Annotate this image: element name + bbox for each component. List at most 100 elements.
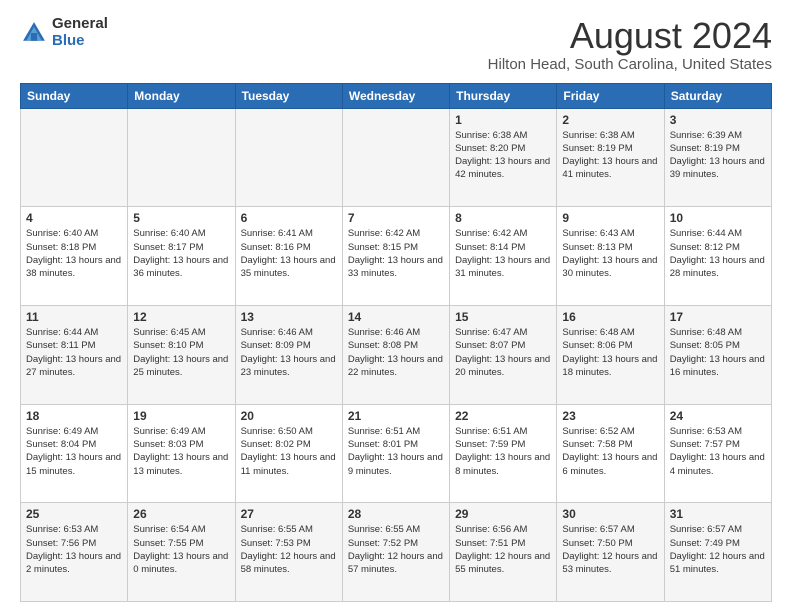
day-info: Sunrise: 6:52 AM Sunset: 7:58 PM Dayligh…: [562, 425, 658, 478]
day-cell: 17Sunrise: 6:48 AM Sunset: 8:05 PM Dayli…: [664, 305, 771, 404]
day-cell: 28 Sunrise: 6:55 AM Sunset: 7:52 PM Dayli…: [342, 503, 449, 602]
col-saturday: Saturday: [664, 83, 771, 108]
day-info: Sunrise: 6:44 AM Sunset: 8:12 PM Dayligh…: [670, 227, 766, 280]
main-title: August 2024: [488, 16, 772, 56]
day-number: 6: [241, 211, 337, 225]
day-number: 24: [670, 409, 766, 423]
week-row-5: 25Sunrise: 6:53 AM Sunset: 7:56 PM Dayli…: [21, 503, 772, 602]
logo-text: General Blue: [52, 16, 108, 49]
col-friday: Friday: [557, 83, 664, 108]
day-cell: 6Sunrise: 6:41 AM Sunset: 8:16 PM Daylig…: [235, 207, 342, 306]
day-info: Sunrise: 6:38 AM Sunset: 8:19 PM Dayligh…: [562, 129, 658, 182]
week-row-4: 18 Sunrise: 6:49 AM Sunset: 8:04 PM Dayli…: [21, 404, 772, 503]
logo-blue-text: Blue: [52, 33, 108, 50]
day-info: Sunrise: 6:39 AM Sunset: 8:19 PM Dayligh…: [670, 129, 766, 182]
day-cell: 23 Sunrise: 6:52 AM Sunset: 7:58 PM Dayli…: [557, 404, 664, 503]
day-info: Sunrise: 6:50 AM Sunset: 8:02 PM Dayligh…: [241, 425, 337, 478]
header: General Blue August 2024 Hilton Head, So…: [20, 16, 772, 73]
day-number: 3: [670, 113, 766, 127]
day-cell: 13Sunrise: 6:46 AM Sunset: 8:09 PM Dayli…: [235, 305, 342, 404]
day-cell: 11 Sunrise: 6:44 AM Sunset: 8:11 PM Dayli…: [21, 305, 128, 404]
day-info: Sunrise: 6:43 AM Sunset: 8:13 PM Dayligh…: [562, 227, 658, 280]
day-number: 20: [241, 409, 337, 423]
day-number: 26: [133, 507, 229, 521]
calendar-table: Sunday Monday Tuesday Wednesday Thursday…: [20, 83, 772, 602]
day-info: Sunrise: 6:45 AM Sunset: 8:10 PM Dayligh…: [133, 326, 229, 379]
day-cell: 5Sunrise: 6:40 AM Sunset: 8:17 PM Daylig…: [128, 207, 235, 306]
day-info: Sunrise: 6:40 AM Sunset: 8:18 PM Dayligh…: [26, 227, 122, 280]
day-number: 31: [670, 507, 766, 521]
day-number: 4: [26, 211, 122, 225]
col-tuesday: Tuesday: [235, 83, 342, 108]
day-info: Sunrise: 6:40 AM Sunset: 8:17 PM Dayligh…: [133, 227, 229, 280]
day-number: 30: [562, 507, 658, 521]
col-sunday: Sunday: [21, 83, 128, 108]
day-number: 21: [348, 409, 444, 423]
col-thursday: Thursday: [450, 83, 557, 108]
day-number: 9: [562, 211, 658, 225]
day-cell: 3 Sunrise: 6:39 AM Sunset: 8:19 PM Daylig…: [664, 108, 771, 207]
day-info: Sunrise: 6:54 AM Sunset: 7:55 PM Dayligh…: [133, 523, 229, 576]
subtitle: Hilton Head, South Carolina, United Stat…: [488, 56, 772, 73]
day-number: 13: [241, 310, 337, 324]
day-cell: 14 Sunrise: 6:46 AM Sunset: 8:08 PM Dayli…: [342, 305, 449, 404]
day-cell: [128, 108, 235, 207]
logo-general-text: General: [52, 16, 108, 33]
calendar-header-row: Sunday Monday Tuesday Wednesday Thursday…: [21, 83, 772, 108]
col-monday: Monday: [128, 83, 235, 108]
day-info: Sunrise: 6:38 AM Sunset: 8:20 PM Dayligh…: [455, 129, 551, 182]
day-number: 27: [241, 507, 337, 521]
day-info: Sunrise: 6:47 AM Sunset: 8:07 PM Dayligh…: [455, 326, 551, 379]
day-number: 10: [670, 211, 766, 225]
day-number: 11: [26, 310, 122, 324]
day-info: Sunrise: 6:55 AM Sunset: 7:53 PM Dayligh…: [241, 523, 337, 576]
day-number: 18: [26, 409, 122, 423]
day-cell: 25Sunrise: 6:53 AM Sunset: 7:56 PM Dayli…: [21, 503, 128, 602]
day-cell: 2 Sunrise: 6:38 AM Sunset: 8:19 PM Daylig…: [557, 108, 664, 207]
day-number: 1: [455, 113, 551, 127]
day-info: Sunrise: 6:57 AM Sunset: 7:49 PM Dayligh…: [670, 523, 766, 576]
day-info: Sunrise: 6:42 AM Sunset: 8:15 PM Dayligh…: [348, 227, 444, 280]
day-number: 7: [348, 211, 444, 225]
day-cell: 7 Sunrise: 6:42 AM Sunset: 8:15 PM Daylig…: [342, 207, 449, 306]
title-block: August 2024 Hilton Head, South Carolina,…: [488, 16, 772, 73]
logo-icon: [20, 19, 48, 47]
day-number: 8: [455, 211, 551, 225]
day-number: 23: [562, 409, 658, 423]
week-row-1: 1 Sunrise: 6:38 AM Sunset: 8:20 PM Daylig…: [21, 108, 772, 207]
day-number: 17: [670, 310, 766, 324]
day-info: Sunrise: 6:49 AM Sunset: 8:04 PM Dayligh…: [26, 425, 122, 478]
day-number: 28: [348, 507, 444, 521]
day-cell: [235, 108, 342, 207]
day-number: 29: [455, 507, 551, 521]
day-cell: [342, 108, 449, 207]
day-cell: 21 Sunrise: 6:51 AM Sunset: 8:01 PM Dayli…: [342, 404, 449, 503]
day-info: Sunrise: 6:44 AM Sunset: 8:11 PM Dayligh…: [26, 326, 122, 379]
day-cell: 10 Sunrise: 6:44 AM Sunset: 8:12 PM Dayli…: [664, 207, 771, 306]
day-info: Sunrise: 6:51 AM Sunset: 8:01 PM Dayligh…: [348, 425, 444, 478]
day-cell: 20 Sunrise: 6:50 AM Sunset: 8:02 PM Dayli…: [235, 404, 342, 503]
day-info: Sunrise: 6:49 AM Sunset: 8:03 PM Dayligh…: [133, 425, 229, 478]
week-row-3: 11 Sunrise: 6:44 AM Sunset: 8:11 PM Dayli…: [21, 305, 772, 404]
day-number: 14: [348, 310, 444, 324]
day-cell: 15Sunrise: 6:47 AM Sunset: 8:07 PM Dayli…: [450, 305, 557, 404]
page: General Blue August 2024 Hilton Head, So…: [0, 0, 792, 612]
day-number: 2: [562, 113, 658, 127]
day-info: Sunrise: 6:55 AM Sunset: 7:52 PM Dayligh…: [348, 523, 444, 576]
day-cell: 4 Sunrise: 6:40 AM Sunset: 8:18 PM Daylig…: [21, 207, 128, 306]
logo: General Blue: [20, 16, 108, 49]
day-cell: 22Sunrise: 6:51 AM Sunset: 7:59 PM Dayli…: [450, 404, 557, 503]
day-cell: 1 Sunrise: 6:38 AM Sunset: 8:20 PM Daylig…: [450, 108, 557, 207]
day-number: 19: [133, 409, 229, 423]
day-cell: 27 Sunrise: 6:55 AM Sunset: 7:53 PM Dayli…: [235, 503, 342, 602]
day-info: Sunrise: 6:53 AM Sunset: 7:57 PM Dayligh…: [670, 425, 766, 478]
calendar: Sunday Monday Tuesday Wednesday Thursday…: [20, 83, 772, 602]
day-number: 22: [455, 409, 551, 423]
day-number: 12: [133, 310, 229, 324]
day-cell: 30 Sunrise: 6:57 AM Sunset: 7:50 PM Dayli…: [557, 503, 664, 602]
day-cell: 8Sunrise: 6:42 AM Sunset: 8:14 PM Daylig…: [450, 207, 557, 306]
day-info: Sunrise: 6:57 AM Sunset: 7:50 PM Dayligh…: [562, 523, 658, 576]
day-info: Sunrise: 6:48 AM Sunset: 8:06 PM Dayligh…: [562, 326, 658, 379]
col-wednesday: Wednesday: [342, 83, 449, 108]
day-info: Sunrise: 6:46 AM Sunset: 8:08 PM Dayligh…: [348, 326, 444, 379]
